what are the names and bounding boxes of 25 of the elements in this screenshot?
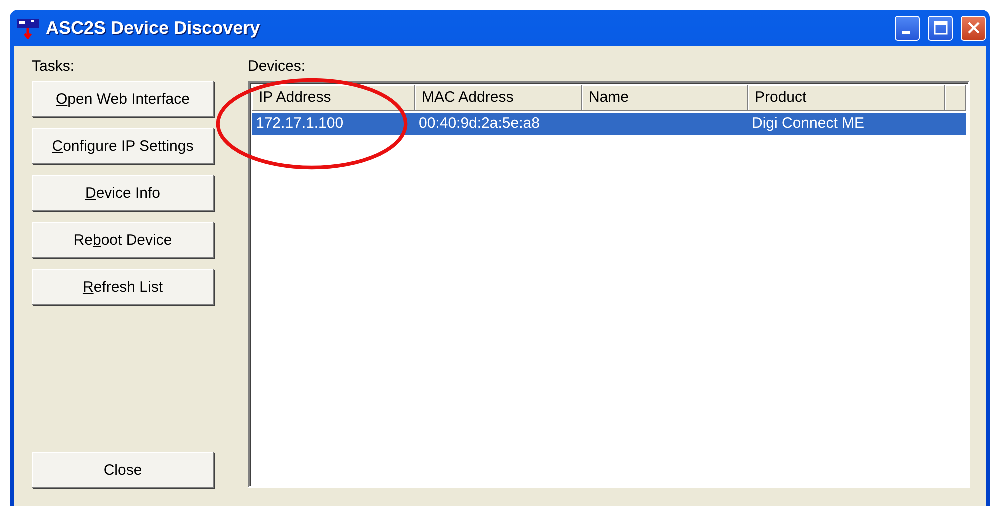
task-button[interactable]: Device Info (32, 175, 214, 211)
column-header[interactable]: MAC Address (415, 85, 582, 111)
devices-label: Devices: (248, 58, 307, 75)
task-button[interactable]: Configure IP Settings (32, 128, 214, 164)
table-cell-text: 172.17.1.100 (255, 114, 345, 134)
table-cell-text: Digi Connect ME (751, 114, 866, 134)
maximize-icon (934, 21, 948, 35)
column-header-filler (945, 85, 966, 111)
minimize-button[interactable] (895, 16, 920, 40)
device-row[interactable]: 172.17.1.100 00:40:9d:2a:5e:a8 Digi Connect ME (252, 113, 966, 135)
task-button[interactable]: Open Web Interface (32, 81, 214, 117)
app-icon (16, 17, 40, 39)
column-header[interactable]: IP Address (252, 85, 415, 111)
close-window-button[interactable] (961, 16, 986, 40)
column-header[interactable]: Product (748, 85, 945, 111)
tasks-label: Tasks: (32, 58, 76, 75)
minimize-icon (902, 30, 910, 34)
maximize-button[interactable] (928, 16, 953, 40)
close-icon (966, 21, 980, 35)
table-cell-text: 00:40:9d:2a:5e:a8 (418, 114, 541, 134)
task-button[interactable]: Refresh List (32, 269, 214, 305)
close-button[interactable]: Close (32, 452, 214, 488)
column-header[interactable]: Name (582, 85, 748, 111)
task-button[interactable]: Reboot Device (32, 222, 214, 258)
window-title: ASC2S Device Discovery (46, 18, 262, 38)
